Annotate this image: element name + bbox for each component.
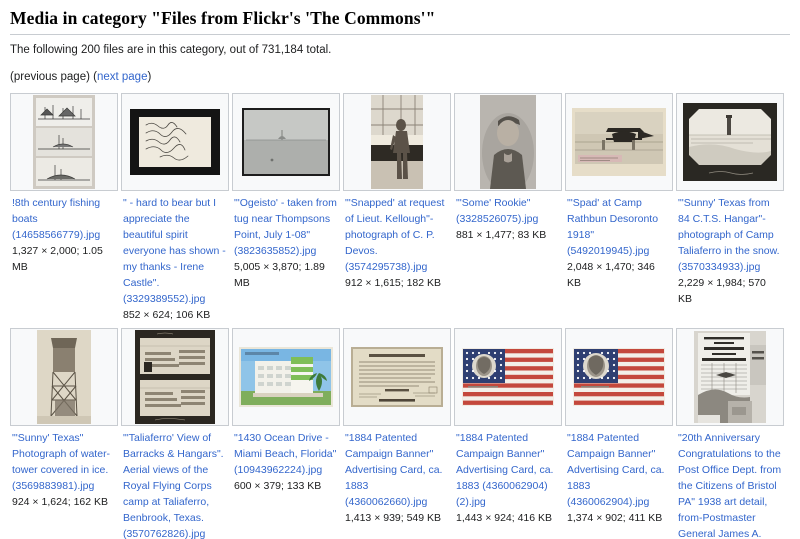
- file-meta: 912 × 1,615; 182 KB: [345, 276, 442, 289]
- gallery-item[interactable]: " - hard to bear but I appreciate the be…: [121, 93, 229, 324]
- handwritten-note-black-frame-icon: [130, 109, 220, 176]
- previous-page-link: previous page: [13, 70, 87, 83]
- caption: "'Some' Rookie" (3328526075).jpg 881 × 1…: [454, 191, 562, 244]
- icy-water-tower-icon: [37, 329, 91, 424]
- printed-advertising-card-icon: [351, 346, 443, 407]
- paren-middle: ) (: [86, 70, 97, 83]
- pagination-links: (previous page) (next page): [10, 69, 790, 86]
- gallery-item[interactable]: "'Sunny' Texas from 84 C.T.S. Hangar"-ph…: [676, 93, 784, 308]
- caption: "20th Anniversary Congratulations to the…: [676, 426, 784, 539]
- thumbnail[interactable]: [565, 327, 673, 426]
- thumbnail[interactable]: [343, 93, 451, 192]
- file-link[interactable]: "1884 Patented Campaign Banner" Advertis…: [345, 432, 442, 508]
- file-meta: 1,374 × 902; 411 KB: [567, 511, 663, 524]
- gallery-item[interactable]: "'Ogeisto' - taken from tug near Thompso…: [232, 93, 340, 292]
- file-link[interactable]: "'Taliaferro' View of Barracks & Hangars…: [123, 432, 224, 539]
- category-page: Media in category "Files from Flickr's '…: [0, 0, 800, 539]
- thumbnail[interactable]: [232, 93, 340, 192]
- gallery-item[interactable]: "'Some' Rookie" (3328526075).jpg 881 × 1…: [454, 93, 562, 244]
- file-link[interactable]: "1884 Patented Campaign Banner" Advertis…: [567, 432, 664, 508]
- file-meta: 5,005 × 3,870; 1.89 MB: [234, 261, 325, 289]
- gallery-item[interactable]: "'Spad' at Camp Rathbun Desoronto 1918" …: [565, 93, 673, 292]
- soldier-portrait-cap-icon: [480, 95, 536, 190]
- aerial-barracks-two-panel-icon: [135, 329, 215, 424]
- thumbnail-wrapper[interactable]: "'Snapped' at request of Lieut. Kellough…: [343, 93, 451, 292]
- caption: "1884 Patented Campaign Banner" Advertis…: [343, 426, 451, 527]
- thumbnail[interactable]: [343, 327, 451, 426]
- file-meta: 1,413 × 939; 549 KB: [345, 511, 442, 524]
- thumbnail[interactable]: [121, 327, 229, 426]
- caption: "'Sunny' Texas from 84 C.T.S. Hangar"-ph…: [676, 191, 784, 308]
- thumbnail[interactable]: [676, 327, 784, 426]
- gallery-item[interactable]: "1884 Patented Campaign Banner" Advertis…: [454, 327, 562, 527]
- caption: "'Spad' at Camp Rathbun Desoronto 1918" …: [565, 191, 673, 292]
- gallery-item[interactable]: "20th Anniversary Congratulations to the…: [676, 327, 784, 539]
- biplane-sepia-postcard-icon: [572, 108, 666, 177]
- thumbnail[interactable]: [10, 327, 118, 426]
- file-meta: 2,048 × 1,470; 346 KB: [567, 261, 655, 289]
- thumbnail[interactable]: [232, 327, 340, 426]
- gallery-item[interactable]: !8th century fishing boats (14658566779)…: [10, 93, 118, 276]
- thumbnail[interactable]: [676, 93, 784, 192]
- page-title: Media in category "Files from Flickr's '…: [10, 8, 790, 35]
- engraving-fishing-boats-icon: [33, 95, 95, 190]
- caption: "'Snapped' at request of Lieut. Kellough…: [343, 191, 451, 292]
- caption: !8th century fishing boats (14658566779)…: [10, 191, 118, 276]
- caption: "1430 Ocean Drive - Miami Beach, Florida…: [232, 426, 340, 495]
- caption: " - hard to bear but I appreciate the be…: [121, 191, 229, 324]
- category-count-text: The following 200 files are in this cate…: [10, 43, 332, 56]
- file-link[interactable]: " - hard to bear but I appreciate the be…: [123, 197, 226, 305]
- caption: "'Taliaferro' View of Barracks & Hangars…: [121, 426, 229, 539]
- thumbnail[interactable]: [121, 93, 229, 192]
- file-link[interactable]: "'Sunny' Texas from 84 C.T.S. Hangar"-ph…: [678, 197, 780, 273]
- gallery-item[interactable]: "1430 Ocean Drive - Miami Beach, Florida…: [232, 327, 340, 495]
- gallery-item[interactable]: "'Sunny' Texas" Photograph of water-towe…: [10, 327, 118, 511]
- post-office-banner-photo-icon: [694, 330, 766, 423]
- file-link[interactable]: !8th century fishing boats (14658566779)…: [12, 197, 100, 241]
- thumbnail[interactable]: [10, 93, 118, 192]
- gallery-item[interactable]: "1884 Patented Campaign Banner" Advertis…: [343, 327, 451, 527]
- file-meta: 600 × 379; 133 KB: [234, 479, 322, 492]
- thumbnail[interactable]: [565, 93, 673, 192]
- file-meta: 2,229 × 1,984; 570 KB: [678, 276, 766, 305]
- file-meta: 924 × 1,624; 162 KB: [12, 495, 109, 508]
- soldier-standing-porch-icon: [371, 95, 423, 190]
- next-page-link[interactable]: next page: [97, 71, 148, 83]
- file-link[interactable]: "'Some' Rookie" (3328526075).jpg: [456, 197, 538, 225]
- file-meta: 1,327 × 2,000; 1.05 MB: [12, 245, 103, 274]
- file-link[interactable]: "'Ogeisto' - taken from tug near Thompso…: [234, 197, 337, 257]
- art-deco-hotel-postcard-icon: [239, 346, 333, 407]
- grey-seascape-plate-icon: [242, 108, 330, 177]
- thumbnail[interactable]: [454, 327, 562, 426]
- flag-washington-portrait-a-icon: [462, 347, 554, 406]
- file-meta: 881 × 1,477; 83 KB: [456, 229, 547, 242]
- caption: "'Ogeisto' - taken from tug near Thompso…: [232, 191, 340, 292]
- paren-close: ): [147, 70, 152, 83]
- file-gallery: !8th century fishing boats (14658566779)…: [10, 93, 790, 539]
- file-link[interactable]: "'Snapped' at request of Lieut. Kellough…: [345, 197, 444, 273]
- file-link[interactable]: "20th Anniversary Congratulations to the…: [678, 432, 781, 539]
- file-link[interactable]: "1884 Patented Campaign Banner" Advertis…: [456, 432, 553, 508]
- file-link[interactable]: "'Spad' at Camp Rathbun Desoronto 1918" …: [567, 197, 658, 257]
- snowy-camp-dark-mount-icon: [683, 103, 777, 182]
- gallery-item[interactable]: "1884 Patented Campaign Banner" Advertis…: [565, 327, 673, 527]
- file-meta: 1,443 × 924; 416 KB: [456, 511, 553, 524]
- thumbnail[interactable]: [454, 93, 562, 192]
- caption: "1884 Patented Campaign Banner" Advertis…: [454, 426, 562, 527]
- file-meta: 852 × 624; 106 KB: [123, 308, 211, 321]
- caption: "'Sunny' Texas" Photograph of water-towe…: [10, 426, 118, 511]
- flag-washington-portrait-b-icon: [573, 347, 665, 406]
- caption: "1884 Patented Campaign Banner" Advertis…: [565, 426, 673, 527]
- gallery-item[interactable]: "'Taliaferro' View of Barracks & Hangars…: [121, 327, 229, 539]
- file-link[interactable]: "1430 Ocean Drive - Miami Beach, Florida…: [234, 432, 336, 476]
- file-link[interactable]: "'Sunny' Texas" Photograph of water-towe…: [12, 432, 110, 492]
